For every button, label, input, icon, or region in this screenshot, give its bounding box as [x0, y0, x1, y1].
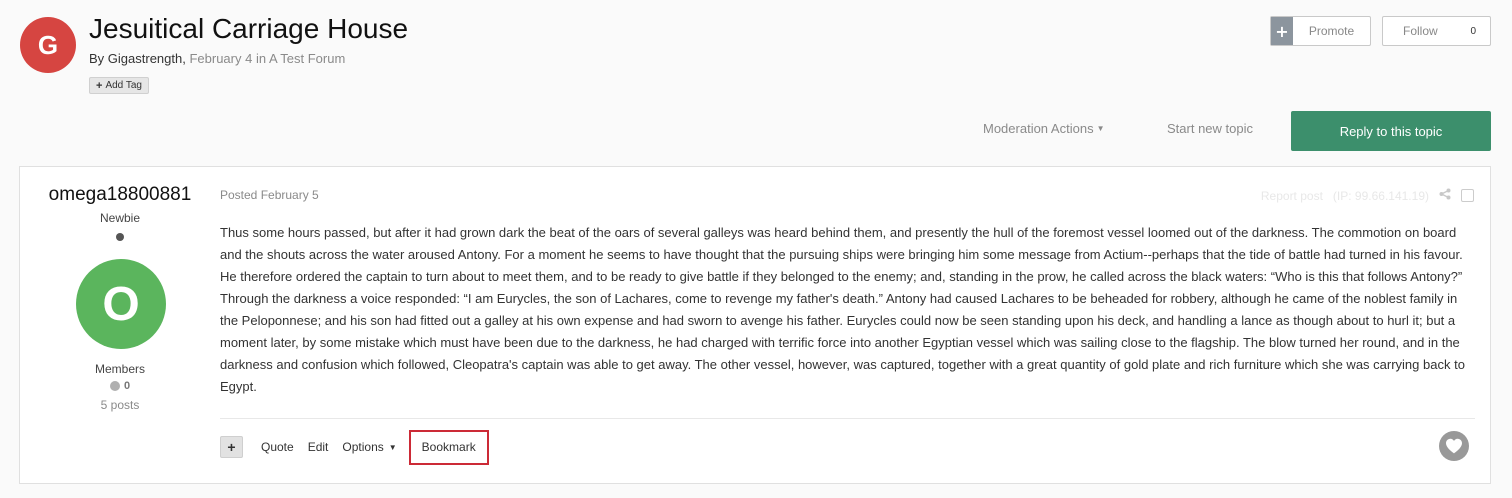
report-post-link[interactable]: Report post — [1261, 189, 1323, 203]
follow-count: 0 — [1470, 25, 1476, 37]
topic-page: G Jesuitical Carriage House By Gigastren… — [0, 0, 1512, 498]
topic-title: Jesuitical Carriage House — [89, 13, 409, 44]
moderation-actions-menu[interactable]: Moderation Actions ▼ — [983, 121, 1105, 136]
post-controls: + Quote Edit Options ▼ Bookmark — [220, 429, 489, 465]
reputation-icon — [109, 381, 120, 391]
post-tools: Report post (IP: 99.66.141.19) — [1261, 188, 1474, 203]
reputation-badge: 0 — [20, 380, 220, 392]
online-status-icon — [116, 233, 124, 241]
caret-down-icon: ▼ — [388, 442, 397, 452]
follow-button[interactable]: Follow 0 — [1382, 16, 1491, 46]
add-tag-button[interactable]: + Add Tag — [89, 77, 149, 94]
edit-button[interactable]: Edit — [308, 440, 329, 454]
post-card: omega18800881 Newbie O Members 0 5 posts… — [19, 166, 1491, 484]
quote-button[interactable]: Quote — [261, 440, 294, 454]
bookmark-label: Bookmark — [421, 440, 476, 454]
select-post-checkbox[interactable] — [1461, 189, 1474, 202]
plus-icon: + — [1271, 17, 1293, 45]
author-avatar-letter: O — [102, 277, 140, 331]
heart-icon — [1446, 438, 1462, 454]
post-author-avatar[interactable]: O — [76, 259, 166, 349]
post-author-post-count[interactable]: 5 posts — [20, 398, 220, 412]
ip-address[interactable]: (IP: 99.66.141.19) — [1333, 189, 1429, 203]
promote-label: Promote — [1308, 24, 1355, 38]
bookmark-button[interactable]: Bookmark — [408, 429, 489, 465]
topic-date-forum[interactable]: February 4 in A Test Forum — [189, 51, 345, 66]
moderation-actions-label: Moderation Actions — [983, 121, 1094, 136]
posted-date[interactable]: Posted February 5 — [220, 188, 319, 202]
post-content: Thus some hours passed, but after it had… — [220, 225, 1465, 394]
post-author-name[interactable]: omega18800881 — [20, 184, 220, 206]
like-button[interactable] — [1439, 431, 1469, 461]
follow-label: Follow — [1403, 24, 1438, 38]
topic-author-link[interactable]: Gigastrength, — [108, 51, 186, 66]
start-new-topic-link[interactable]: Start new topic — [1167, 121, 1253, 136]
reply-to-topic-button[interactable]: Reply to this topic — [1291, 111, 1491, 151]
topic-meta: By Gigastrength, February 4 in A Test Fo… — [89, 51, 345, 66]
add-tag-label: Add Tag — [105, 80, 142, 91]
post-divider — [220, 418, 1475, 419]
topic-avatar-letter: G — [37, 29, 59, 60]
plus-icon: + — [227, 439, 236, 455]
reputation-count: 0 — [123, 380, 131, 392]
options-label: Options — [342, 440, 384, 454]
share-icon[interactable] — [1439, 188, 1451, 203]
post-author-group: Members — [94, 362, 145, 376]
post-author-rank: Newbie — [99, 211, 141, 225]
multiquote-button[interactable]: + — [220, 436, 243, 458]
by-label: By — [89, 51, 105, 66]
caret-down-icon: ▼ — [1096, 124, 1105, 133]
options-menu[interactable]: Options ▼ — [342, 440, 396, 454]
topic-starter-avatar[interactable]: G — [20, 17, 76, 73]
promote-button[interactable]: + Promote — [1270, 16, 1371, 46]
plus-icon: + — [96, 79, 103, 92]
